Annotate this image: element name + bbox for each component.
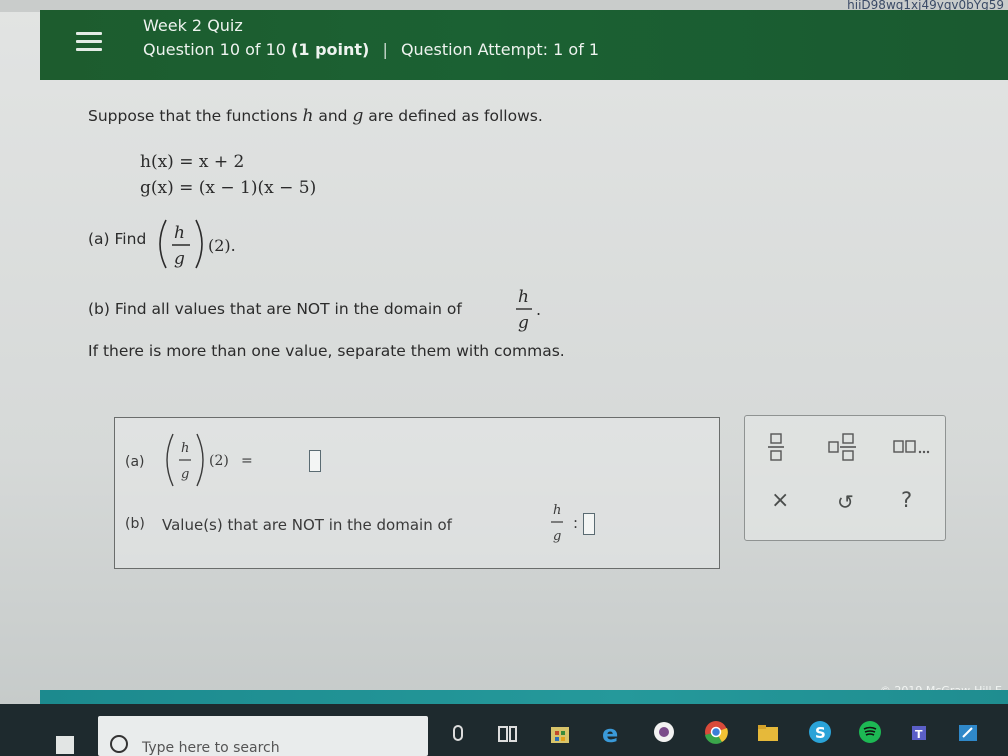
math-toolbar: × ↺ ? bbox=[744, 415, 946, 541]
h-definition: h(x) = x + 2 bbox=[140, 152, 245, 172]
pen-app-icon[interactable] bbox=[954, 718, 982, 746]
skype-icon[interactable]: S bbox=[806, 718, 834, 746]
windows-start-icon[interactable] bbox=[56, 736, 74, 754]
store-icon[interactable] bbox=[546, 718, 574, 746]
svg-text:g: g bbox=[553, 529, 561, 544]
question-info: Question 10 of 10 (1 point) | Question A… bbox=[143, 40, 599, 59]
quiz-header: Week 2 Quiz Question 10 of 10 (1 point) … bbox=[40, 10, 1008, 80]
undo-icon[interactable]: ↺ bbox=[837, 490, 854, 514]
windows-taskbar: Type here to search e S T bbox=[0, 704, 1008, 756]
svg-text:.: . bbox=[536, 300, 541, 319]
svg-text::: : bbox=[573, 514, 578, 532]
help-icon[interactable]: ? bbox=[901, 488, 912, 512]
task-view-icon[interactable] bbox=[494, 718, 522, 746]
answer-b-input[interactable] bbox=[583, 513, 595, 535]
frac-denominator: g bbox=[174, 249, 185, 269]
attempt-info: Question Attempt: 1 of 1 bbox=[400, 40, 600, 59]
answer-b-text: Value(s) that are NOT in the domain of bbox=[162, 516, 452, 534]
question-number: Question 10 of 10 bbox=[143, 40, 286, 59]
answer-a-label: (a) bbox=[125, 454, 145, 470]
frac-numerator: h bbox=[174, 223, 185, 243]
svg-text:g: g bbox=[518, 313, 529, 333]
fraction-tool-icon[interactable] bbox=[765, 432, 787, 462]
answer-a-expression: h g (2) = bbox=[166, 433, 253, 487]
g-definition: g(x) = (x − 1)(x − 5) bbox=[140, 178, 317, 198]
part-b-fraction: h g . bbox=[516, 287, 541, 333]
question-points: (1 point) bbox=[291, 40, 370, 59]
hamburger-menu-icon[interactable] bbox=[76, 32, 102, 52]
bottom-bar bbox=[40, 690, 1008, 704]
microphone-icon[interactable] bbox=[444, 718, 472, 746]
svg-text:=: = bbox=[241, 453, 253, 469]
answer-b-fraction: h g : bbox=[551, 503, 578, 544]
part-b-note: If there is more than one value, separat… bbox=[88, 342, 565, 360]
list-tool-icon[interactable] bbox=[893, 438, 933, 458]
svg-text:e: e bbox=[602, 720, 618, 746]
taskbar-search-box[interactable]: Type here to search bbox=[98, 716, 428, 756]
header-separator: | bbox=[382, 40, 388, 59]
svg-text:h: h bbox=[181, 441, 189, 456]
answer-a-input[interactable] bbox=[309, 450, 321, 472]
question-content: Suppose that the functions h and g are d… bbox=[40, 80, 1008, 697]
svg-text:h: h bbox=[518, 287, 529, 307]
mixed-number-tool-icon[interactable] bbox=[827, 432, 859, 462]
svg-text:S: S bbox=[815, 724, 826, 742]
svg-text:T: T bbox=[915, 728, 923, 741]
file-explorer-icon[interactable] bbox=[754, 718, 782, 746]
part-a-prompt: (a) Find bbox=[88, 230, 147, 248]
screen: _hiiD98wg1xj49yqv0bYg59 Week 2 Quiz Ques… bbox=[0, 0, 1008, 756]
answer-area: (a) h g (2) = (b) Value(s) that are NOT … bbox=[114, 417, 720, 569]
part-a-argument: (2). bbox=[208, 236, 236, 255]
photos-app-icon[interactable] bbox=[650, 718, 678, 746]
problem-intro: Suppose that the functions h and g are d… bbox=[88, 106, 543, 126]
search-icon bbox=[110, 735, 128, 753]
spotify-icon[interactable] bbox=[856, 718, 884, 746]
edge-browser-icon[interactable]: e bbox=[598, 718, 626, 746]
teams-icon[interactable]: T bbox=[906, 718, 934, 746]
answer-b-label: (b) bbox=[125, 516, 145, 532]
part-a-expression: h g (2). bbox=[159, 219, 236, 269]
svg-text:g: g bbox=[181, 467, 189, 482]
quiz-title: Week 2 Quiz bbox=[143, 16, 243, 35]
search-placeholder: Type here to search bbox=[142, 740, 280, 756]
part-b-prompt: (b) Find all values that are NOT in the … bbox=[88, 300, 462, 318]
clear-icon[interactable]: × bbox=[771, 488, 789, 513]
chrome-icon[interactable] bbox=[702, 718, 730, 746]
svg-text:(2): (2) bbox=[209, 453, 229, 469]
svg-text:h: h bbox=[553, 503, 561, 518]
